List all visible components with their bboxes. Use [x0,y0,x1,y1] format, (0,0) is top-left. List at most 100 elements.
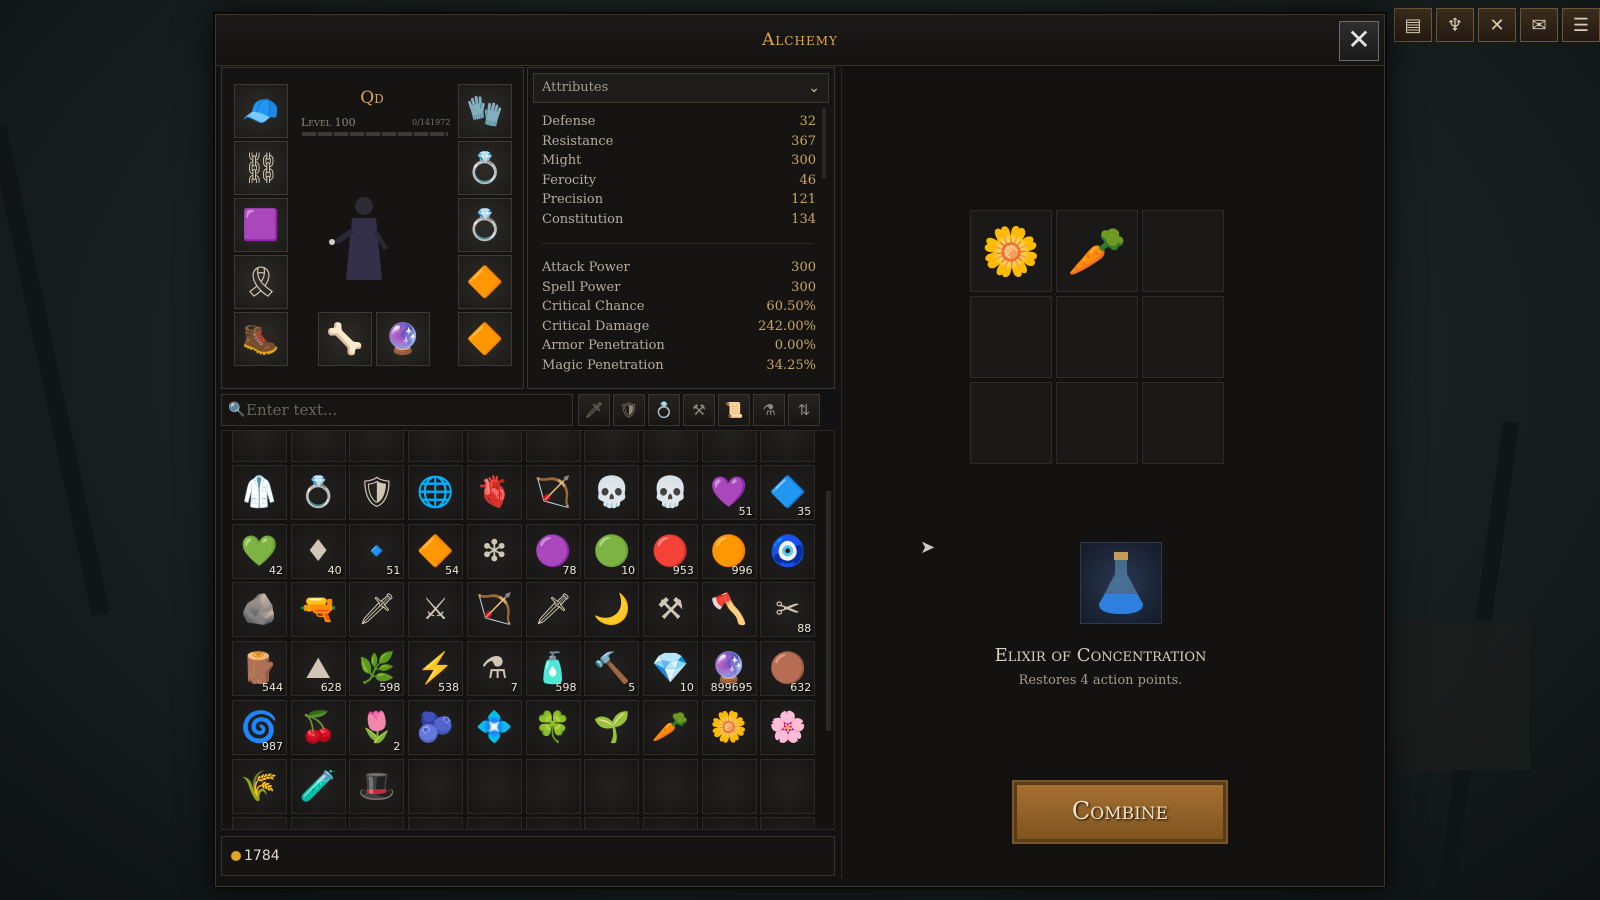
journal-icon[interactable]: ▤ [1394,8,1432,42]
inventory-item[interactable]: 🔷 35 [760,465,816,520]
inventory-empty-slot[interactable] [584,758,640,814]
close-button[interactable]: ✕ [1339,21,1379,61]
mainhand-slot[interactable]: 🦴 [318,312,372,366]
inventory-item[interactable]: 🍀 [525,699,581,755]
inventory-empty-slot[interactable] [466,758,522,814]
inventory-partial-slot[interactable] [525,431,581,462]
inventory-partial-slot[interactable] [408,431,464,462]
inventory-partial-slot[interactable] [349,431,405,462]
attributes-scrollbar[interactable] [822,108,826,178]
inventory-item[interactable]: ⛰ 628 [290,641,346,697]
inventory-item[interactable]: ⚒ [642,582,698,638]
chest-slot[interactable]: 🟪 [234,198,288,252]
inventory-empty-slot[interactable] [760,758,816,814]
filter-consumables-button[interactable]: ⚗ [753,394,785,426]
inventory-partial-slot[interactable] [701,431,757,462]
inventory-item[interactable]: 🌼 [701,699,757,755]
inventory-item[interactable]: ⚗ 7 [466,641,522,697]
inventory-item[interactable]: 🌿 598 [349,641,405,697]
ingredient-slot-empty[interactable] [1142,296,1224,378]
inventory-item[interactable]: 💎 10 [642,641,698,697]
inventory-item[interactable]: 💠 [466,699,522,755]
inventory-partial-slot[interactable] [760,431,816,462]
ingredient-slot-empty[interactable] [1056,382,1138,464]
inventory-item[interactable]: 🍒 [290,699,346,755]
sort-button[interactable]: ⇅ [788,394,820,426]
inventory-item[interactable]: ⚔ [408,582,464,638]
inventory-item[interactable]: 💀 [642,465,698,520]
filter-tools-button[interactable]: ⚒ [683,394,715,426]
inventory-item[interactable]: 🌐 [408,465,464,520]
ingredient-slot-empty[interactable] [970,382,1052,464]
inventory-partial-slot[interactable] [408,817,464,829]
inventory-item[interactable]: 🟣 78 [525,523,581,579]
ingredient-slot-empty[interactable] [970,296,1052,378]
head-slot[interactable]: 🧢 [234,84,288,138]
filter-armor-button[interactable]: 🛡 [613,394,645,426]
inventory-partial-slot[interactable] [525,817,581,829]
ring-slot-2[interactable]: 💍 [458,198,512,252]
inventory-empty-slot[interactable] [701,758,757,814]
neck-slot[interactable]: ⛓ [234,141,288,195]
inventory-scrollbar[interactable] [826,491,831,731]
inventory-item[interactable]: 🌾 [232,758,287,814]
inventory-item[interactable]: 🌱 [584,699,640,755]
inventory-partial-slot[interactable] [290,817,346,829]
inventory-item[interactable]: 🌸 [760,699,816,755]
inventory-item[interactable]: 🔮 899695 [701,641,757,697]
inventory-item[interactable]: 🏹 [466,582,522,638]
inventory-item[interactable]: 🪵 544 [232,641,287,697]
inventory-empty-slot[interactable] [642,758,698,814]
inventory-item[interactable]: ❇ [466,523,522,579]
inventory-item[interactable]: 🟤 632 [760,641,816,697]
mail-icon[interactable]: ✉ [1520,8,1558,42]
inventory-item[interactable]: 🏹 [525,465,581,520]
filter-scrolls-button[interactable]: 📜 [718,394,750,426]
inventory-partial-slot[interactable] [642,431,698,462]
ingredient-slot-empty[interactable] [1142,382,1224,464]
inventory-item[interactable]: 🗡 [349,582,405,638]
inventory-partial-slot[interactable] [584,431,640,462]
inventory-item[interactable]: 🌀 987 [232,699,287,755]
inventory-item[interactable]: 🔫 [290,582,346,638]
trophy-icon[interactable]: ♆ [1436,8,1474,42]
inventory-item[interactable]: 🟢 10 [584,523,640,579]
inventory-item[interactable]: 🧿 [760,523,816,579]
inventory-item[interactable]: 🫀 [466,465,522,520]
attributes-dropdown[interactable]: Attributes ⌄ [533,73,829,103]
inventory-item[interactable]: 🪓 [701,582,757,638]
offhand-slot[interactable]: 🔮 [376,312,430,366]
crossed-swords-icon[interactable]: ✕ [1478,8,1516,42]
inventory-partial-slot[interactable] [466,817,522,829]
gloves-slot[interactable]: 🧤 [458,84,512,138]
inventory-item[interactable]: 💍 [290,465,346,520]
inventory-partial-slot[interactable] [701,817,757,829]
inventory-empty-slot[interactable] [408,758,464,814]
inventory-item[interactable]: 🧪 [290,758,346,814]
inventory-item[interactable]: 🥼 [232,465,287,520]
inventory-item[interactable]: 🗡 [525,582,581,638]
boots-slot[interactable]: 🥾 [234,312,288,366]
inventory-item[interactable]: ⚡ 538 [408,641,464,697]
inventory-partial-slot[interactable] [466,431,522,462]
inventory-partial-slot[interactable] [642,817,698,829]
filter-accessories-button[interactable]: 💍 [648,394,680,426]
inventory-partial-slot[interactable] [349,817,405,829]
inventory-item[interactable]: 🪨 [232,582,287,638]
inventory-item[interactable]: 💚 42 [232,523,287,579]
inventory-item[interactable]: 🔨 5 [584,641,640,697]
combine-button[interactable]: Combine [1012,780,1228,844]
inventory-item[interactable]: 💜 51 [701,465,757,520]
inventory-partial-slot[interactable] [290,431,346,462]
trinket-slot-2[interactable]: 🔶 [458,312,512,366]
inventory-item[interactable]: 🔴 953 [642,523,698,579]
inventory-item[interactable]: 🫐 [408,699,464,755]
ingredient-slot-empty[interactable] [1056,296,1138,378]
inventory-partial-slot[interactable] [232,817,287,829]
inventory-item[interactable]: 🟠 996 [701,523,757,579]
inventory-item[interactable]: 💀 [584,465,640,520]
inventory-partial-slot[interactable] [232,431,287,462]
inventory-item[interactable]: 🌷 2 [349,699,405,755]
inventory-partial-slot[interactable] [584,817,640,829]
inventory-item[interactable]: 🌙 [584,582,640,638]
